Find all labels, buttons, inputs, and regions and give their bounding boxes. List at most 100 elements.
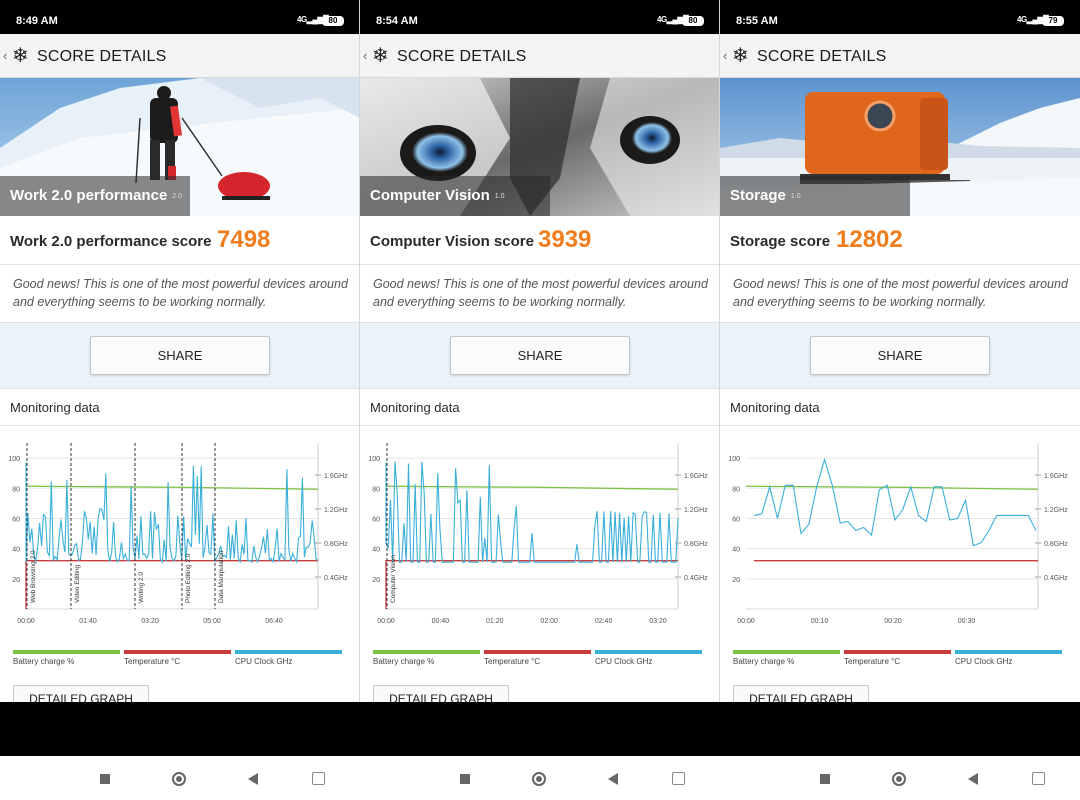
screen-work: 8:49 AM 4G▂▄▆█ 80 ‹ ❄ SCORE DETAILS Work… — [0, 0, 360, 702]
score-label: Work 2.0 performance score — [10, 233, 212, 250]
y-left-tick: 80 — [372, 486, 380, 493]
share-button[interactable]: SHARE — [90, 336, 270, 375]
status-bar: 8:54 AM 4G▂▄▆█ 80 — [360, 0, 719, 34]
y-right-tick: 0.4GHz — [1044, 575, 1068, 582]
recents-icon[interactable] — [820, 774, 830, 784]
score-row: Work 2.0 performance score 7498 — [0, 216, 359, 265]
battery-icon: 80 — [322, 16, 344, 26]
cpu-series — [385, 461, 679, 563]
status-time: 8:54 AM — [376, 15, 418, 27]
score-row: Computer Vision score 3939 — [360, 216, 719, 265]
black-band — [0, 702, 1080, 756]
y-left-tick: 60 — [12, 516, 20, 523]
hero-version: 2.0 — [172, 192, 183, 200]
hero-image-skier: Work 2.0 performance 2.0 — [0, 78, 359, 216]
legend-battery: Battery charge % — [373, 650, 480, 666]
y-left-tick: 20 — [732, 577, 740, 584]
x-tick: 00:30 — [958, 618, 976, 625]
x-tick: 03:20 — [649, 618, 667, 625]
back-nav-icon[interactable] — [968, 773, 978, 785]
y-right-tick: 0.8GHz — [684, 541, 708, 548]
y-left-tick: 20 — [12, 577, 20, 584]
x-tick: 01:20 — [486, 618, 504, 625]
score-description: Good news! This is one of the most power… — [13, 277, 348, 309]
monitoring-title: Monitoring data — [10, 400, 100, 415]
home-icon[interactable] — [172, 772, 186, 786]
y-left-tick: 40 — [372, 547, 380, 554]
battery-icon: 79 — [1042, 16, 1064, 26]
annotation-label: Photo Editing 2.0 — [185, 553, 192, 603]
score-label: Storage score — [730, 233, 831, 250]
monitoring-card: Monitoring data 100 80 60 40 20 1.6GHz 1.2GHz 0… — [0, 388, 359, 702]
recents-icon[interactable] — [100, 774, 110, 784]
monitoring-card: Monitoring data 100 80 60 40 20 1.6GHz 1.2GHz 0… — [360, 388, 719, 702]
status-time: 8:55 AM — [736, 15, 778, 27]
x-tick: 00:40 — [432, 618, 450, 625]
legend-temperature: Temperature °C — [484, 650, 591, 666]
score-description: Good news! This is one of the most power… — [373, 277, 708, 309]
home-icon[interactable] — [532, 772, 546, 786]
score-description: Good news! This is one of the most power… — [733, 277, 1068, 309]
rotate-icon[interactable] — [672, 772, 685, 785]
monitoring-card: Monitoring data 100 80 60 40 20 1.6GHz 1.2GHz 0… — [720, 388, 1080, 702]
y-left-tick: 40 — [12, 547, 20, 554]
monitoring-title: Monitoring data — [730, 400, 820, 415]
y-right-tick: 1.6GHz — [324, 473, 348, 480]
annotation-label: Video Editing — [74, 564, 81, 603]
recents-icon[interactable] — [460, 774, 470, 784]
back-icon[interactable]: ‹ — [363, 48, 367, 63]
back-nav-icon[interactable] — [248, 773, 258, 785]
snowflake-logo-icon[interactable]: ❄ — [372, 43, 389, 68]
status-bar: 8:55 AM 4G▂▄▆█ 79 — [720, 0, 1080, 34]
score-label: Computer Vision score — [370, 233, 534, 250]
y-right-tick: 0.4GHz — [684, 575, 708, 582]
share-button[interactable]: SHARE — [450, 336, 630, 375]
x-tick: 02:40 — [595, 618, 613, 625]
rotate-icon[interactable] — [1032, 772, 1045, 785]
y-right-tick: 1.6GHz — [684, 473, 708, 480]
y-right-tick: 0.8GHz — [324, 541, 348, 548]
annotation-label: Writing 2.0 — [138, 572, 145, 603]
share-button[interactable]: SHARE — [810, 336, 990, 375]
hero-version: 1.0 — [790, 192, 801, 200]
detailed-graph-button[interactable]: DETAILED GRAPH — [733, 685, 869, 702]
back-nav-icon[interactable] — [608, 773, 618, 785]
score-value: 12802 — [836, 226, 903, 253]
legend-battery: Battery charge % — [733, 650, 840, 666]
page-title: SCORE DETAILS — [757, 48, 887, 65]
y-right-tick: 0.8GHz — [1044, 541, 1068, 548]
home-icon[interactable] — [892, 772, 906, 786]
status-time: 8:49 AM — [16, 15, 58, 27]
screen-storage: 8:55 AM 4G▂▄▆█ 79 ‹ ❄ SCORE DETAILS Stor… — [720, 0, 1080, 702]
app-bar: ‹ ❄ SCORE DETAILS — [0, 34, 359, 78]
x-tick: 00:20 — [884, 618, 902, 625]
screen-vision: 8:54 AM 4G▂▄▆█ 80 ‹ ❄ SCORE DETAILS Comp… — [360, 0, 720, 702]
detailed-graph-button[interactable]: DETAILED GRAPH — [373, 685, 509, 702]
temperature-series — [25, 560, 318, 609]
x-tick: 00:10 — [811, 618, 829, 625]
nav-buttons-1 — [0, 770, 360, 790]
score-row: Storage score 12802 — [720, 216, 1080, 265]
score-value: 3939 — [538, 226, 592, 253]
hero-caption: Computer Vision 1.0 — [370, 187, 505, 204]
detailed-graph-button[interactable]: DETAILED GRAPH — [13, 685, 149, 702]
legend-battery: Battery charge % — [13, 650, 120, 666]
y-right-tick: 1.2GHz — [684, 507, 708, 514]
score-card: Work 2.0 performance score 7498 Good new… — [0, 216, 359, 323]
legend-cpu: CPU Clock GHz — [955, 650, 1062, 666]
annotation-label: Computer Vision — [390, 555, 397, 603]
annotation-label: Web Browsing 2.0 — [30, 550, 37, 603]
page-title: SCORE DETAILS — [397, 48, 527, 65]
legend-temperature: Temperature °C — [844, 650, 951, 666]
rotate-icon[interactable] — [312, 772, 325, 785]
annotation-label: Data Manipulation — [218, 550, 225, 603]
back-icon[interactable]: ‹ — [3, 48, 7, 63]
y-left-tick: 20 — [372, 577, 380, 584]
monitoring-chart: 100 80 60 40 20 1.6GHz 1.2GHz 0.8GHz 0.4GHz 00:00… — [728, 443, 1068, 625]
page-title: SCORE DETAILS — [37, 48, 167, 65]
snowflake-logo-icon[interactable]: ❄ — [732, 43, 749, 68]
y-left-tick: 100 — [8, 456, 20, 463]
back-icon[interactable]: ‹ — [723, 48, 727, 63]
snowflake-logo-icon[interactable]: ❄ — [12, 43, 29, 68]
hero-caption: Work 2.0 performance 2.0 — [10, 187, 183, 204]
